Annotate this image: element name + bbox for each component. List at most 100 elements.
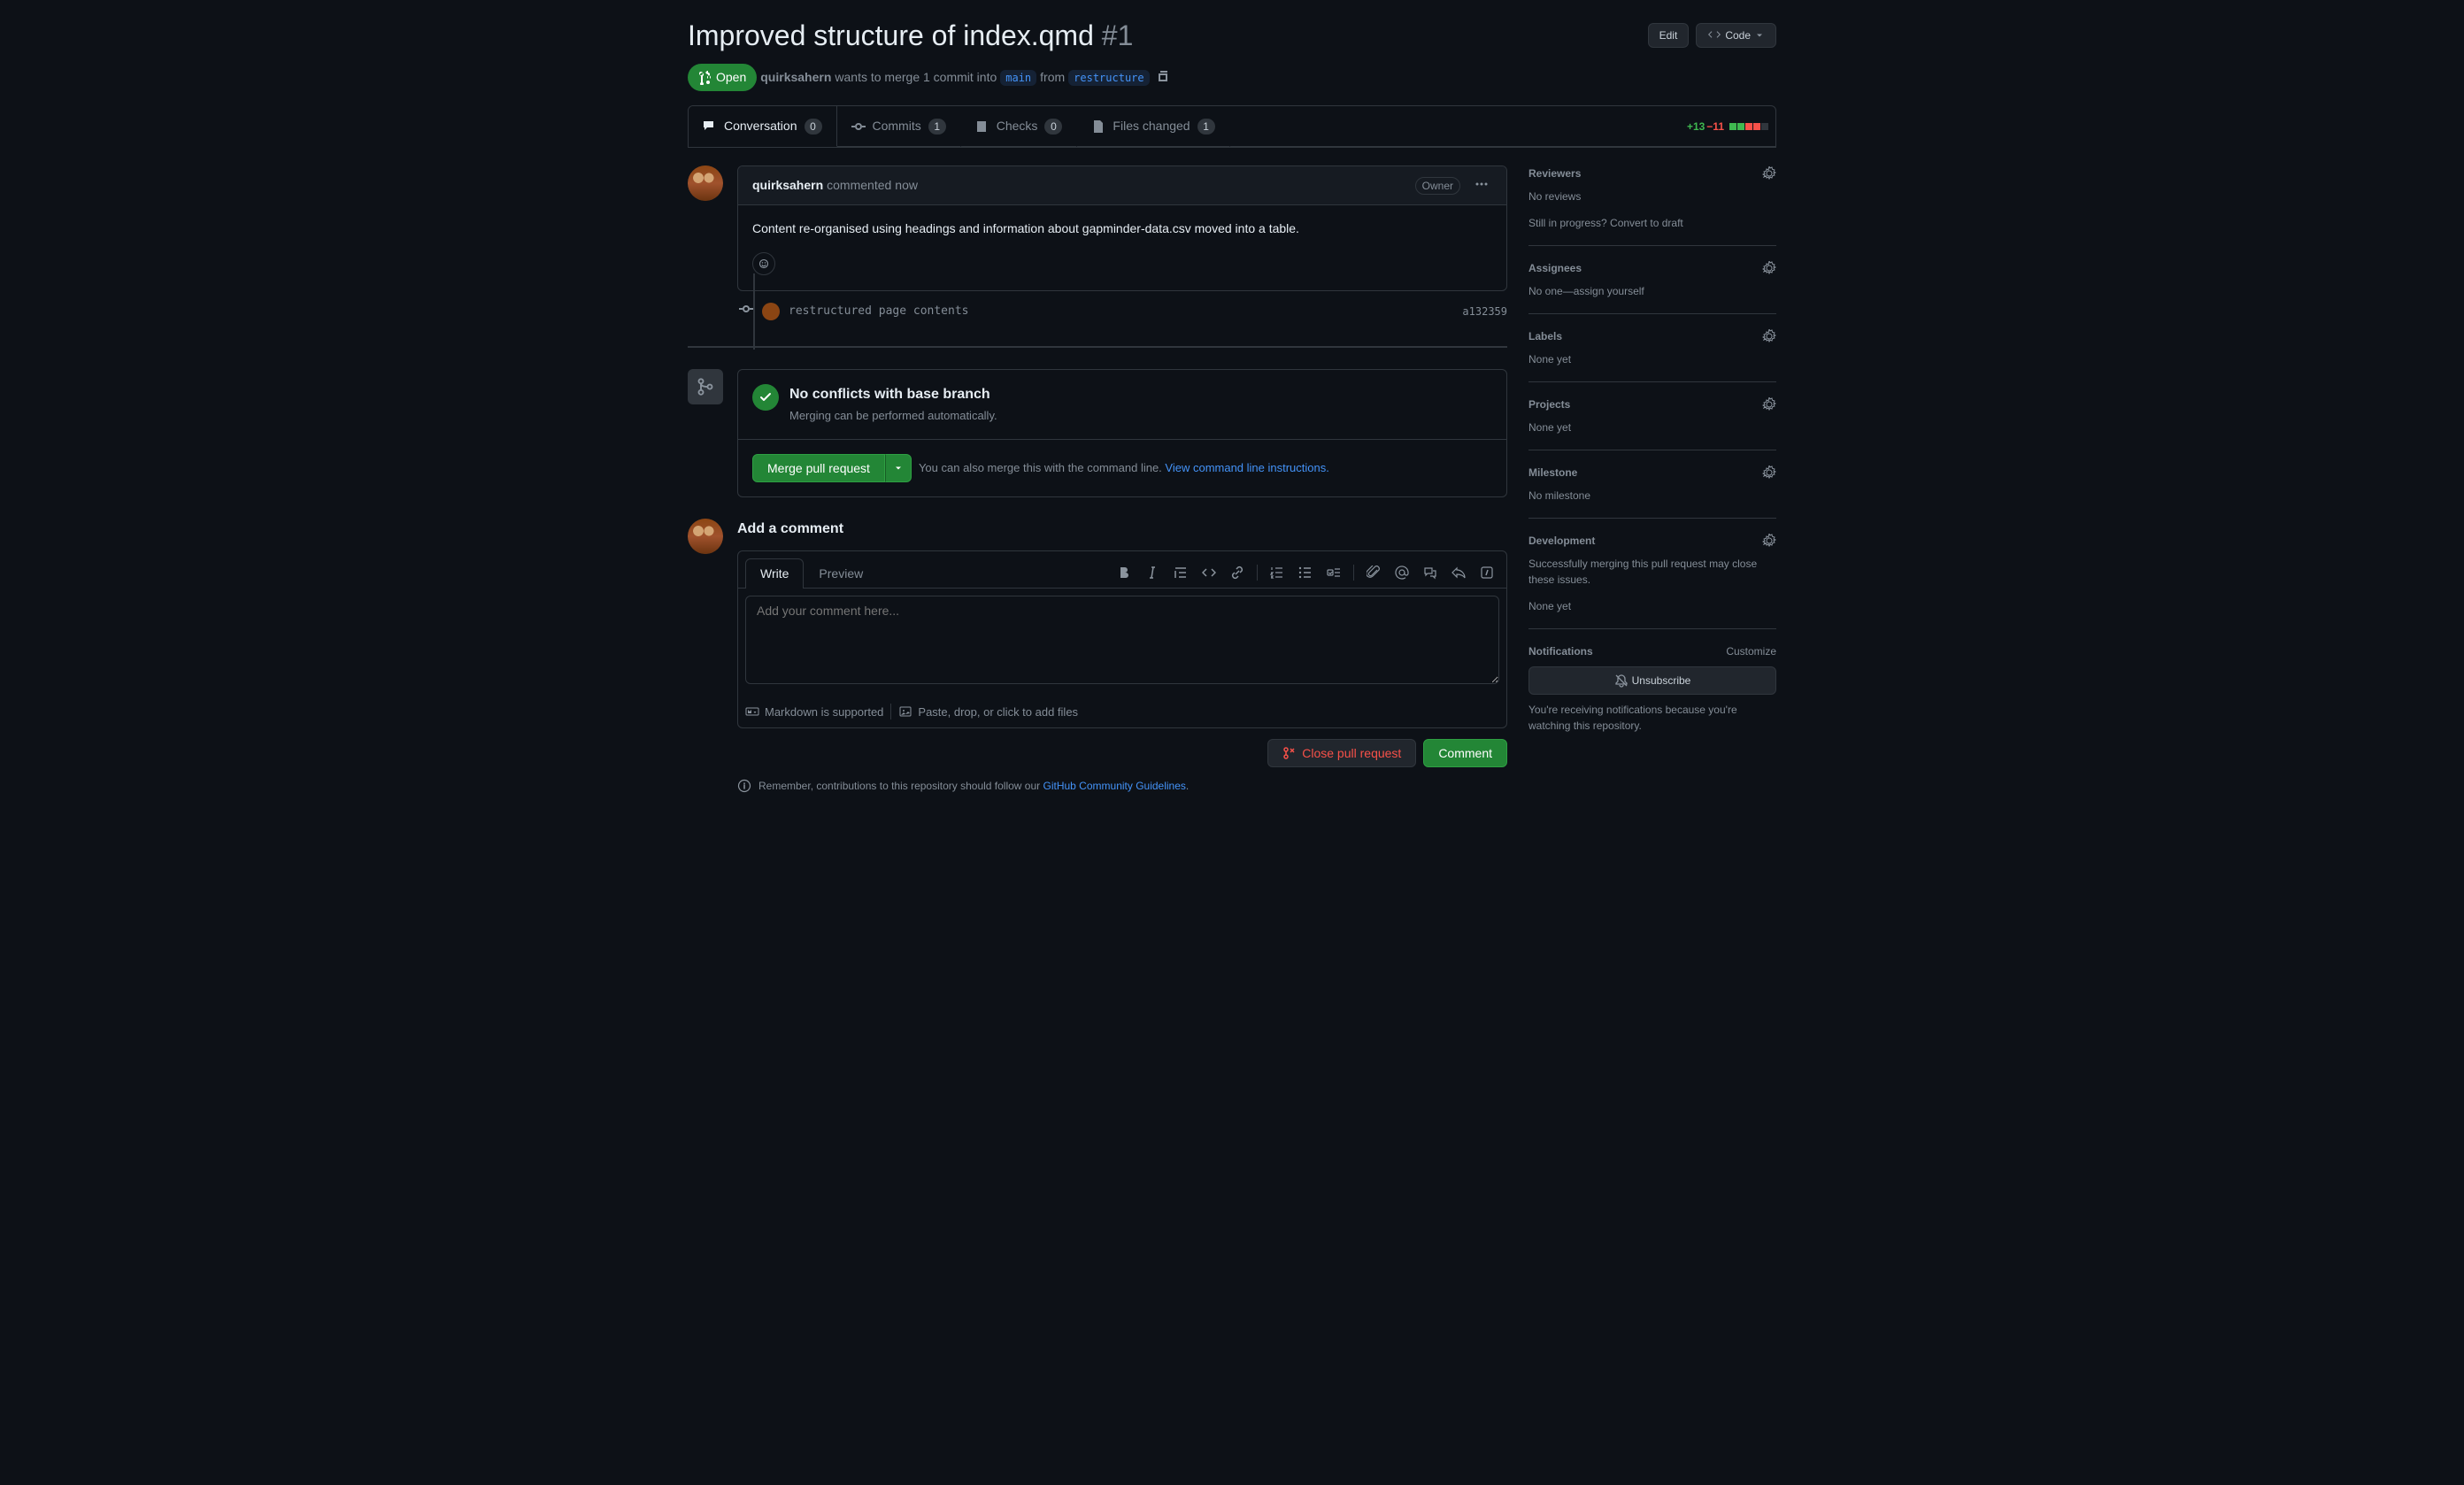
compare-branch[interactable]: restructure bbox=[1068, 70, 1149, 86]
cli-instructions-link[interactable]: View command line instructions. bbox=[1165, 461, 1328, 474]
commit-dot-icon bbox=[739, 302, 753, 321]
comment-timestamp[interactable]: now bbox=[895, 176, 918, 195]
comment-author-link[interactable]: quirksahern bbox=[752, 176, 823, 195]
comment-box: quirksahern commented now Owner Content … bbox=[737, 165, 1507, 291]
convert-draft-link[interactable]: Convert to draft bbox=[1610, 217, 1683, 229]
tasklist-icon bbox=[1327, 566, 1341, 580]
merge-text: wants to merge 1 commit into bbox=[835, 68, 997, 87]
heading-button[interactable] bbox=[1083, 560, 1108, 585]
customize-link[interactable]: Customize bbox=[1726, 643, 1776, 659]
guidelines-link[interactable]: GitHub Community Guidelines bbox=[1043, 780, 1186, 792]
quote-button[interactable] bbox=[1168, 560, 1193, 585]
markdown-icon bbox=[745, 704, 759, 719]
mention-button[interactable] bbox=[1390, 560, 1414, 585]
base-branch[interactable]: main bbox=[1000, 70, 1036, 86]
markdown-hint[interactable]: Markdown is supported bbox=[745, 704, 883, 721]
link-button[interactable] bbox=[1225, 560, 1250, 585]
tab-checks[interactable]: Checks 0 bbox=[961, 106, 1078, 147]
comment-menu-button[interactable] bbox=[1471, 173, 1492, 197]
diffstat-block-neutral bbox=[1761, 123, 1768, 130]
unsubscribe-button[interactable]: Unsubscribe bbox=[1528, 666, 1776, 695]
gear-icon[interactable] bbox=[1762, 166, 1776, 181]
commit-sha-link[interactable]: a132359 bbox=[1462, 304, 1507, 319]
gear-icon[interactable] bbox=[1762, 329, 1776, 343]
reference-button[interactable] bbox=[1418, 560, 1443, 585]
preview-tab[interactable]: Preview bbox=[804, 558, 878, 588]
pr-state-badge: Open bbox=[688, 64, 757, 91]
diffstat-block-add bbox=[1737, 123, 1744, 130]
milestone-body: No milestone bbox=[1528, 488, 1776, 504]
commit-message-link[interactable]: restructured page contents bbox=[789, 303, 969, 320]
current-user-avatar[interactable] bbox=[688, 519, 723, 554]
git-pull-request-icon bbox=[698, 71, 712, 85]
copy-branch-button[interactable] bbox=[1153, 65, 1174, 89]
triangle-down-icon bbox=[1754, 30, 1765, 41]
quote-icon bbox=[1174, 566, 1188, 580]
add-reaction-button[interactable] bbox=[752, 252, 775, 275]
checklist-icon bbox=[975, 119, 989, 134]
paste-hint[interactable]: Paste, drop, or click to add files bbox=[898, 704, 1078, 721]
code-button[interactable]: Code bbox=[1696, 23, 1776, 48]
comment-button[interactable]: Comment bbox=[1423, 739, 1507, 767]
labels-body: None yet bbox=[1528, 351, 1776, 367]
assignees-title: Assignees bbox=[1528, 260, 1582, 276]
check-icon bbox=[758, 390, 773, 404]
git-merge-icon bbox=[697, 378, 714, 396]
attach-button[interactable] bbox=[1361, 560, 1386, 585]
list-unordered-icon bbox=[1298, 566, 1313, 580]
additions-count: +13 bbox=[1687, 119, 1705, 135]
slash-commands-button[interactable] bbox=[1475, 560, 1499, 585]
comment-author-avatar[interactable] bbox=[688, 165, 723, 201]
pr-tabnav: Conversation 0 Commits 1 Checks 0 Files … bbox=[688, 105, 1776, 148]
write-tab[interactable]: Write bbox=[745, 558, 804, 589]
tab-files[interactable]: Files changed 1 bbox=[1077, 106, 1229, 147]
comment-discussion-icon bbox=[703, 119, 717, 134]
git-pr-closed-icon bbox=[1282, 746, 1297, 760]
smiley-icon bbox=[758, 257, 769, 271]
gear-icon[interactable] bbox=[1762, 397, 1776, 412]
reviewers-body: No reviews bbox=[1528, 189, 1776, 204]
pr-title: Improved structure of index.qmd #1 bbox=[688, 14, 1641, 57]
deletions-count: −11 bbox=[1706, 119, 1724, 135]
notifications-note: You're receiving notifications because y… bbox=[1528, 702, 1776, 734]
assignees-pre: No one— bbox=[1528, 285, 1574, 297]
reply-button[interactable] bbox=[1446, 560, 1471, 585]
paperclip-icon bbox=[1367, 566, 1381, 580]
mention-icon bbox=[1395, 566, 1409, 580]
gear-icon[interactable] bbox=[1762, 534, 1776, 548]
projects-title: Projects bbox=[1528, 396, 1570, 412]
code-button-tb[interactable] bbox=[1197, 560, 1221, 585]
from-text: from bbox=[1040, 68, 1065, 87]
bold-button[interactable] bbox=[1112, 560, 1136, 585]
triangle-down-icon bbox=[893, 463, 904, 473]
task-list-button[interactable] bbox=[1321, 560, 1346, 585]
ordered-list-button[interactable] bbox=[1265, 560, 1290, 585]
merge-options-dropdown[interactable] bbox=[885, 454, 912, 482]
development-title: Development bbox=[1528, 533, 1595, 549]
pr-author-link[interactable]: quirksahern bbox=[760, 68, 831, 87]
tab-conversation[interactable]: Conversation 0 bbox=[689, 106, 837, 147]
commit-author-avatar[interactable] bbox=[762, 303, 780, 320]
comment-form: Write Preview bbox=[737, 550, 1507, 729]
assign-yourself-link[interactable]: assign yourself bbox=[1574, 285, 1644, 297]
comment-textarea[interactable] bbox=[745, 596, 1499, 684]
gear-icon[interactable] bbox=[1762, 466, 1776, 480]
projects-body: None yet bbox=[1528, 419, 1776, 435]
tab-commits[interactable]: Commits 1 bbox=[837, 106, 961, 147]
kebab-horizontal-icon bbox=[1475, 177, 1489, 191]
file-diff-icon bbox=[1091, 119, 1105, 134]
gear-icon[interactable] bbox=[1762, 261, 1776, 275]
unordered-list-button[interactable] bbox=[1293, 560, 1318, 585]
bell-slash-icon bbox=[1614, 673, 1629, 688]
pr-number: #1 bbox=[1102, 19, 1134, 51]
guidelines-text: Remember, contributions to this reposito… bbox=[758, 778, 1189, 794]
close-pr-button[interactable]: Close pull request bbox=[1267, 739, 1416, 767]
diffstat-block-add bbox=[1729, 123, 1736, 130]
edit-button[interactable]: Edit bbox=[1648, 23, 1690, 48]
owner-badge: Owner bbox=[1415, 177, 1460, 195]
italic-button[interactable] bbox=[1140, 560, 1165, 585]
image-icon bbox=[898, 704, 912, 719]
merge-badge bbox=[688, 369, 723, 404]
merge-pull-request-button[interactable]: Merge pull request bbox=[752, 454, 885, 482]
labels-title: Labels bbox=[1528, 328, 1562, 344]
